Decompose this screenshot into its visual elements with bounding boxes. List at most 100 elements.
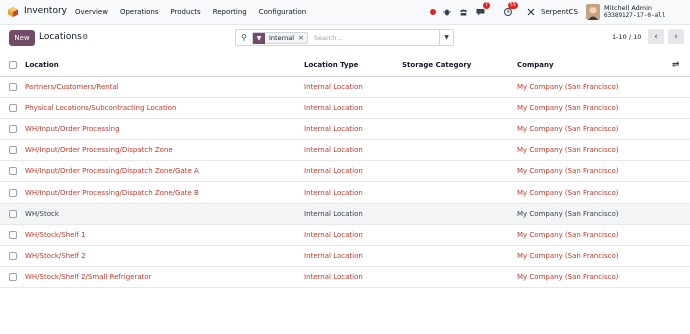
table-row[interactable]: WH/Input/Order Processing/Dispatch Zone I… <box>0 139 690 162</box>
row-checkbox[interactable] <box>9 188 17 197</box>
menu-products[interactable]: Products <box>170 8 200 16</box>
table-row[interactable]: WH/Input/Order Processing/Dispatch Zone/… <box>0 181 690 204</box>
search-input[interactable]: Search... <box>314 34 343 42</box>
new-button[interactable]: New <box>9 30 35 46</box>
search-options-toggle[interactable]: ▼ <box>440 29 454 46</box>
remove-filter-icon[interactable]: × <box>298 34 307 42</box>
cell-storage-category[interactable] <box>402 76 517 98</box>
cell-storage-category[interactable] <box>402 224 517 247</box>
chevron-left-icon: ‹ <box>654 31 658 42</box>
user-name[interactable]: Mitchell Admin <box>604 4 652 12</box>
record-icon[interactable] <box>428 5 438 19</box>
cell-company[interactable]: My Company (San Francisco) <box>517 118 672 141</box>
menu-operations[interactable]: Operations <box>120 8 158 16</box>
chat-count-badge: 7 <box>482 2 490 9</box>
cell-location[interactable]: WH/Stock/Shelf 2 <box>25 245 304 268</box>
cell-location[interactable]: WH/Input/Order Processing/Dispatch Zone/… <box>25 160 304 183</box>
cell-storage-category[interactable] <box>402 97 517 119</box>
cell-company[interactable]: My Company (San Francisco) <box>517 76 672 98</box>
cell-location-type[interactable]: Internal Location <box>304 76 402 98</box>
cell-location[interactable]: WH/Stock/Shelf 2/Small Refrigerator <box>25 266 304 289</box>
table-row[interactable]: Partners/Customers/Rental Internal Locati… <box>0 76 690 98</box>
row-checkbox[interactable] <box>9 273 17 282</box>
cell-location-type[interactable]: Internal Location <box>304 224 402 247</box>
table-row[interactable]: WH/Stock/Shelf 1 Internal Location My Comp… <box>0 224 690 247</box>
chat-icon[interactable]: 7 <box>474 2 490 19</box>
cell-location[interactable]: WH/Stock <box>25 203 304 225</box>
caret-down-icon: ▼ <box>444 34 449 41</box>
row-checkbox[interactable] <box>9 167 17 176</box>
cell-company[interactable]: My Company (San Francisco) <box>517 160 672 183</box>
cell-location[interactable]: Partners/Customers/Rental <box>25 76 304 98</box>
table-row[interactable]: WH/Input/Order Processing Internal Locati… <box>0 118 690 141</box>
tools-icon[interactable] <box>526 5 536 19</box>
cell-storage-category[interactable] <box>402 266 517 289</box>
cell-company[interactable]: My Company (San Francisco) <box>517 245 672 268</box>
cell-company[interactable]: My Company (San Francisco) <box>517 97 672 119</box>
column-options-icon[interactable]: ⇌ <box>672 60 680 70</box>
cell-company[interactable]: My Company (San Francisco) <box>517 181 672 204</box>
cell-company[interactable]: My Company (San Francisco) <box>517 203 672 225</box>
cell-location[interactable]: WH/Stock/Shelf 1 <box>25 224 304 247</box>
table-row[interactable]: Physical Locations/Subcontracting Locati… <box>0 97 690 119</box>
debug-icon[interactable] <box>442 5 452 19</box>
user-avatar[interactable] <box>586 4 600 20</box>
cell-location-type[interactable]: Internal Location <box>304 97 402 119</box>
menu-overview[interactable]: Overview <box>75 8 108 16</box>
company-switcher[interactable]: SerpentCS <box>541 8 578 16</box>
row-checkbox[interactable] <box>9 124 17 133</box>
cell-location[interactable]: WH/Input/Order Processing/Dispatch Zone <box>25 139 304 162</box>
select-all-checkbox[interactable] <box>9 61 17 70</box>
search-icon[interactable]: ⚲ <box>241 33 247 42</box>
menu-reporting[interactable]: Reporting <box>213 8 247 16</box>
main-menu: Overview Operations Products Reporting C… <box>75 8 318 16</box>
table-row[interactable]: WH/Input/Order Processing/Dispatch Zone/… <box>0 160 690 183</box>
row-checkbox[interactable] <box>9 82 17 91</box>
cell-company[interactable]: My Company (San Francisco) <box>517 224 672 247</box>
table-row[interactable]: WH/Stock Internal Location My Company (San… <box>0 203 690 225</box>
search-bar[interactable]: ⚲ ▼ Internal × Search... <box>235 29 440 46</box>
chevron-right-icon: › <box>674 31 678 42</box>
cell-storage-category[interactable] <box>402 203 517 225</box>
pager-value[interactable]: 1-10 / 10 <box>612 33 641 41</box>
cell-location-type[interactable]: Internal Location <box>304 139 402 162</box>
table-row[interactable]: WH/Stock/Shelf 2/Small Refrigerator Inter… <box>0 266 690 289</box>
cell-location-type[interactable]: Internal Location <box>304 203 402 225</box>
cell-company[interactable]: My Company (San Francisco) <box>517 266 672 289</box>
page-title: Locations <box>39 32 82 42</box>
cell-storage-category[interactable] <box>402 181 517 204</box>
cell-location[interactable]: Physical Locations/Subcontracting Locati… <box>25 97 304 119</box>
activity-count-badge: 55 <box>507 2 518 9</box>
cell-location-type[interactable]: Internal Location <box>304 245 402 268</box>
cell-location-type[interactable]: Internal Location <box>304 160 402 183</box>
row-checkbox[interactable] <box>9 252 17 261</box>
cell-location-type[interactable]: Internal Location <box>304 266 402 289</box>
pager-next-button[interactable]: › <box>668 29 684 44</box>
column-header-location[interactable]: Location <box>25 55 304 77</box>
row-checkbox[interactable] <box>9 209 17 218</box>
cell-storage-category[interactable] <box>402 139 517 162</box>
phone-icon[interactable] <box>457 5 469 19</box>
cell-location-type[interactable]: Internal Location <box>304 181 402 204</box>
gear-icon[interactable]: ⚙ <box>82 33 88 41</box>
column-header-company[interactable]: Company <box>517 55 672 77</box>
row-checkbox[interactable] <box>9 146 17 155</box>
column-header-storage-category[interactable]: Storage Category <box>402 55 517 77</box>
cell-storage-category[interactable] <box>402 118 517 141</box>
cell-storage-category[interactable] <box>402 245 517 268</box>
app-name[interactable]: Inventory <box>24 6 67 16</box>
pager-previous-button[interactable]: ‹ <box>648 29 664 44</box>
row-checkbox[interactable] <box>9 103 17 112</box>
inventory-app-icon[interactable] <box>8 7 18 17</box>
column-header-location-type[interactable]: Location Type <box>304 55 402 77</box>
menu-configuration[interactable]: Configuration <box>259 8 306 16</box>
cell-location-type[interactable]: Internal Location <box>304 118 402 141</box>
cell-company[interactable]: My Company (San Francisco) <box>517 139 672 162</box>
activity-icon[interactable]: 55 <box>502 2 518 19</box>
cell-storage-category[interactable] <box>402 160 517 183</box>
row-checkbox[interactable] <box>9 230 17 239</box>
filter-facet[interactable]: ▼ Internal × <box>252 32 308 44</box>
cell-location[interactable]: WH/Input/Order Processing/Dispatch Zone/… <box>25 181 304 204</box>
table-row[interactable]: WH/Stock/Shelf 2 Internal Location My Comp… <box>0 245 690 268</box>
cell-location[interactable]: WH/Input/Order Processing <box>25 118 304 141</box>
